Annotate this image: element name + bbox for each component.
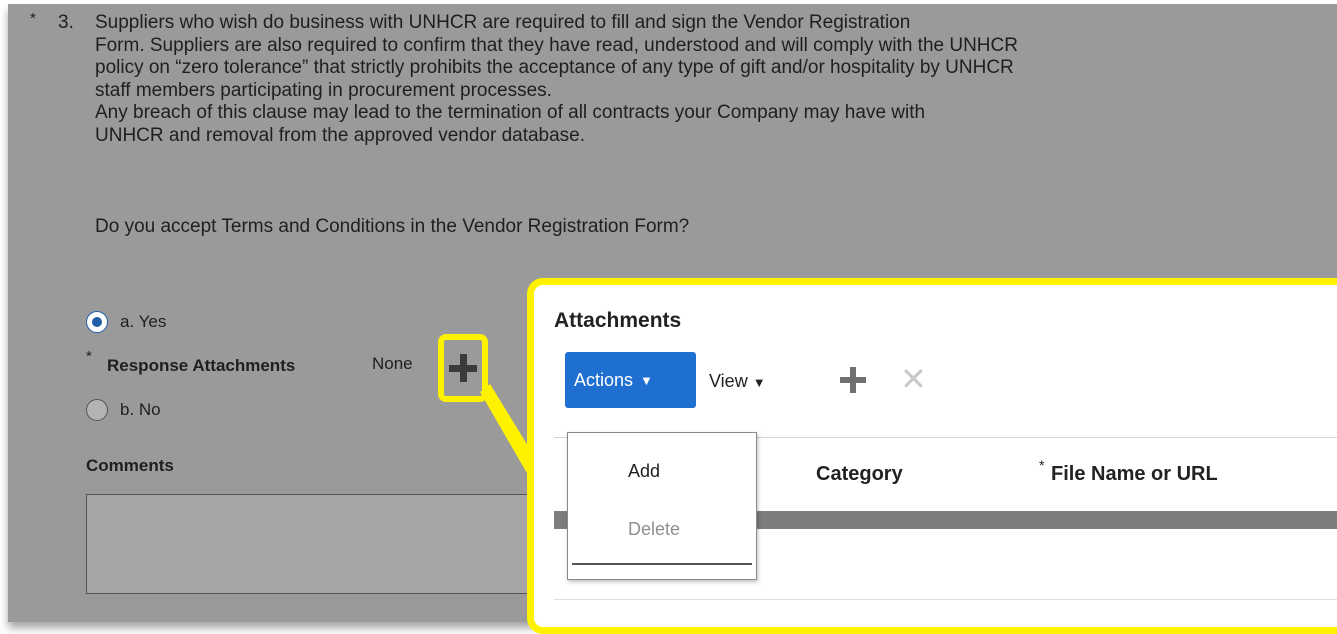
radio-yes-label: a. Yes bbox=[120, 312, 167, 331]
question-line: UNHCR and removal from the approved vend… bbox=[95, 124, 586, 146]
actions-dropdown-menu: Add Delete bbox=[567, 432, 757, 580]
column-header-category[interactable]: Category bbox=[816, 463, 903, 486]
radio-no[interactable] bbox=[86, 399, 108, 421]
toolbar-delete-icon[interactable]: ✕ bbox=[900, 361, 927, 397]
required-star: * bbox=[1039, 457, 1045, 473]
menu-item-add[interactable]: Add bbox=[568, 461, 758, 482]
radio-no-label: b. No bbox=[120, 400, 161, 419]
response-attachments-label: Response Attachments bbox=[107, 356, 296, 375]
column-header-file-name[interactable]: File Name or URL bbox=[1051, 463, 1218, 486]
response-attachments-value: None bbox=[372, 354, 413, 373]
comments-label: Comments bbox=[86, 456, 174, 475]
menu-item-delete[interactable]: Delete bbox=[568, 519, 758, 540]
toolbar-add-icon[interactable] bbox=[840, 367, 866, 393]
required-star: * bbox=[86, 348, 92, 365]
question-line: policy on “zero tolerance” that strictly… bbox=[95, 57, 1014, 78]
actions-menu-button[interactable]: Actions ▼ bbox=[565, 352, 696, 408]
dialog-title: Attachments bbox=[554, 309, 682, 332]
add-attachment-plus-icon[interactable]: [data-name="add-attachment-plus-icon"]::… bbox=[449, 354, 477, 382]
question-number: 3. bbox=[58, 12, 74, 33]
radio-yes[interactable] bbox=[86, 311, 108, 333]
question-line: Form. Suppliers are also required to con… bbox=[95, 34, 1018, 56]
question-prompt: Do you accept Terms and Conditions in th… bbox=[95, 216, 690, 237]
comments-textarea[interactable] bbox=[86, 494, 546, 594]
attachments-dialog: Attachments Actions ▼ View ▼ ✕ Category * … bbox=[527, 278, 1337, 634]
view-button-label: View bbox=[709, 371, 748, 391]
actions-button-label: Actions bbox=[574, 370, 634, 390]
caret-down-icon: ▼ bbox=[752, 375, 766, 390]
table-row-divider bbox=[554, 599, 1337, 600]
required-star: * bbox=[30, 10, 36, 27]
question-text: Suppliers who wish do business with UNHC… bbox=[95, 12, 1295, 147]
question-line: staff members participating in procureme… bbox=[95, 79, 552, 101]
menu-separator bbox=[572, 563, 752, 565]
view-menu-button[interactable]: View ▼ bbox=[709, 371, 766, 392]
question-line: Suppliers who wish do business with UNHC… bbox=[95, 12, 911, 33]
caret-down-icon: ▼ bbox=[640, 373, 653, 388]
question-line: Any breach of this clause may lead to th… bbox=[95, 102, 926, 123]
